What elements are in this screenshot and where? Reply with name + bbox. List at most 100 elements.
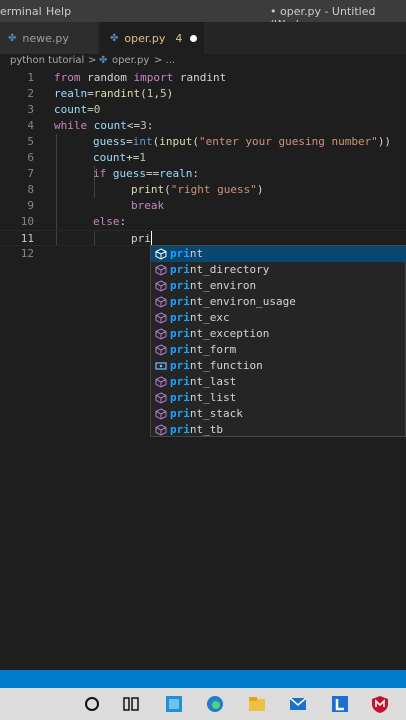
python-file-icon: ✤	[110, 32, 119, 44]
variable-icon	[155, 362, 167, 370]
line-number: 12	[20, 247, 34, 260]
tab-oper-py[interactable]: ✤ oper.py 4	[100, 22, 204, 54]
line-number: 3	[27, 103, 34, 116]
code-text: realn=randint(1,5)	[54, 87, 174, 100]
python-file-icon: ✤	[99, 55, 108, 66]
mail-icon[interactable]	[288, 694, 308, 714]
file-explorer-icon[interactable]	[247, 694, 267, 714]
code-line: 10 else:	[0, 214, 406, 230]
line-number: 2	[27, 87, 34, 100]
suggestion-label: print_list	[170, 391, 237, 404]
breadcrumb-folder[interactable]: python tutorial	[10, 55, 84, 66]
method-cube-icon	[155, 344, 167, 356]
method-cube-icon	[155, 296, 167, 308]
method-cube-icon	[155, 280, 167, 292]
line-number: 8	[27, 183, 34, 196]
code-text: print("right guess")	[131, 183, 264, 196]
suggestion-label: print_tb	[170, 423, 223, 436]
status-bar	[0, 670, 406, 688]
mcafee-icon[interactable]	[370, 694, 390, 714]
suggestion-label: print_environ	[170, 279, 257, 292]
suggestion-label: print_environ_usage	[170, 295, 296, 308]
menu-terminal[interactable]: erminal	[0, 5, 42, 18]
tab-label: oper.py	[124, 31, 166, 45]
code-text: while count<=3:	[54, 119, 154, 132]
method-cube-icon	[155, 328, 167, 340]
code-line: 1 from random import randint	[0, 70, 406, 86]
suggestion-label: print_form	[170, 343, 237, 356]
suggestion-label: print_directory	[170, 263, 270, 276]
autocomplete-list[interactable]: print print_directory print_environ print_e…	[150, 245, 406, 437]
method-cube-icon	[155, 376, 167, 388]
suggestion-item[interactable]: print_exc	[151, 310, 406, 326]
suggestion-item[interactable]: print_form	[151, 342, 406, 358]
suggestion-item[interactable]: print_function	[151, 358, 406, 374]
suggestion-item[interactable]: print_tb	[151, 422, 406, 438]
line-number: 7	[27, 167, 34, 180]
line-number: 1	[27, 71, 34, 84]
breadcrumb-separator: >	[88, 55, 97, 66]
code-text: else:	[93, 215, 127, 228]
code-line: 7 if guess==realn:	[0, 166, 406, 182]
method-cube-icon	[155, 312, 167, 324]
cortana-circle-icon[interactable]	[82, 694, 102, 714]
windows-taskbar	[0, 688, 406, 720]
python-file-icon: ✤	[8, 32, 17, 44]
code-line: 9 break	[0, 198, 406, 214]
line-number: 6	[27, 151, 34, 164]
line-number: 10	[20, 215, 34, 228]
suggestion-item[interactable]: print_last	[151, 374, 406, 390]
method-cube-icon	[155, 392, 167, 404]
word-l-icon[interactable]	[330, 694, 350, 714]
suggestion-item[interactable]: print	[151, 246, 406, 262]
suggestion-label: print_exc	[170, 311, 230, 324]
menu-help[interactable]: Help	[46, 5, 71, 18]
suggestion-label: print	[170, 247, 204, 260]
code-text: count=0	[54, 103, 101, 116]
code-line: 3 count=0	[0, 102, 406, 118]
suggestion-label: print_last	[170, 375, 237, 388]
suggestion-label: print_stack	[170, 407, 243, 420]
code-line: 5 guess=int(input("enter your guesing nu…	[0, 134, 406, 150]
suggestion-label: print_function	[170, 359, 263, 372]
problems-count: 4	[175, 31, 183, 45]
code-text: if guess==realn:	[93, 167, 199, 180]
suggestion-label: print_exception	[170, 327, 270, 340]
method-cube-icon	[155, 424, 167, 436]
suggestion-item[interactable]: print_environ	[151, 278, 406, 294]
line-number: 11	[20, 232, 34, 245]
code-line-current: 11 pri	[0, 230, 406, 246]
editor-tabs: ✤ newe.py ✤ oper.py 4	[0, 22, 406, 54]
unsaved-dot-icon[interactable]	[190, 34, 198, 42]
code-text: pri	[131, 232, 151, 245]
suggestion-item[interactable]: print_directory	[151, 262, 406, 278]
tab-newe-py[interactable]: ✤ newe.py	[0, 22, 98, 54]
line-number: 9	[27, 199, 34, 212]
code-line: 6 count+=1	[0, 150, 406, 166]
code-line: 8 print("right guess")	[0, 182, 406, 198]
suggestion-item[interactable]: print_environ_usage	[151, 294, 406, 310]
line-number: 4	[27, 119, 34, 132]
code-text: guess=int(input("enter your guesing numb…	[93, 135, 392, 148]
text-cursor	[151, 231, 152, 245]
line-number: 5	[27, 135, 34, 148]
suggestion-item[interactable]: print_exception	[151, 326, 406, 342]
code-text: count+=1	[93, 151, 146, 164]
breadcrumb-more[interactable]: > ...	[154, 55, 175, 66]
code-text: from random import randint	[54, 71, 227, 84]
code-line: 2 realn=randint(1,5)	[0, 86, 406, 102]
method-cube-icon	[155, 264, 167, 276]
code-line: 4 while count<=3:	[0, 118, 406, 134]
breadcrumb: python tutorial > ✤ oper.py > ...	[0, 54, 406, 70]
suggestion-item[interactable]: print_stack	[151, 406, 406, 422]
task-view-icon[interactable]	[121, 694, 141, 714]
menu-bar: erminal Help • oper.py - Untitled (Works…	[0, 0, 406, 31]
tab-label: newe.py	[22, 31, 69, 45]
suggestion-item[interactable]: print_list	[151, 390, 406, 406]
edge-icon[interactable]	[205, 694, 225, 714]
method-cube-icon	[155, 248, 167, 260]
code-text: break	[131, 199, 165, 212]
store-icon[interactable]	[164, 694, 184, 714]
breadcrumb-file[interactable]: oper.py	[112, 55, 149, 66]
method-cube-icon	[155, 408, 167, 420]
